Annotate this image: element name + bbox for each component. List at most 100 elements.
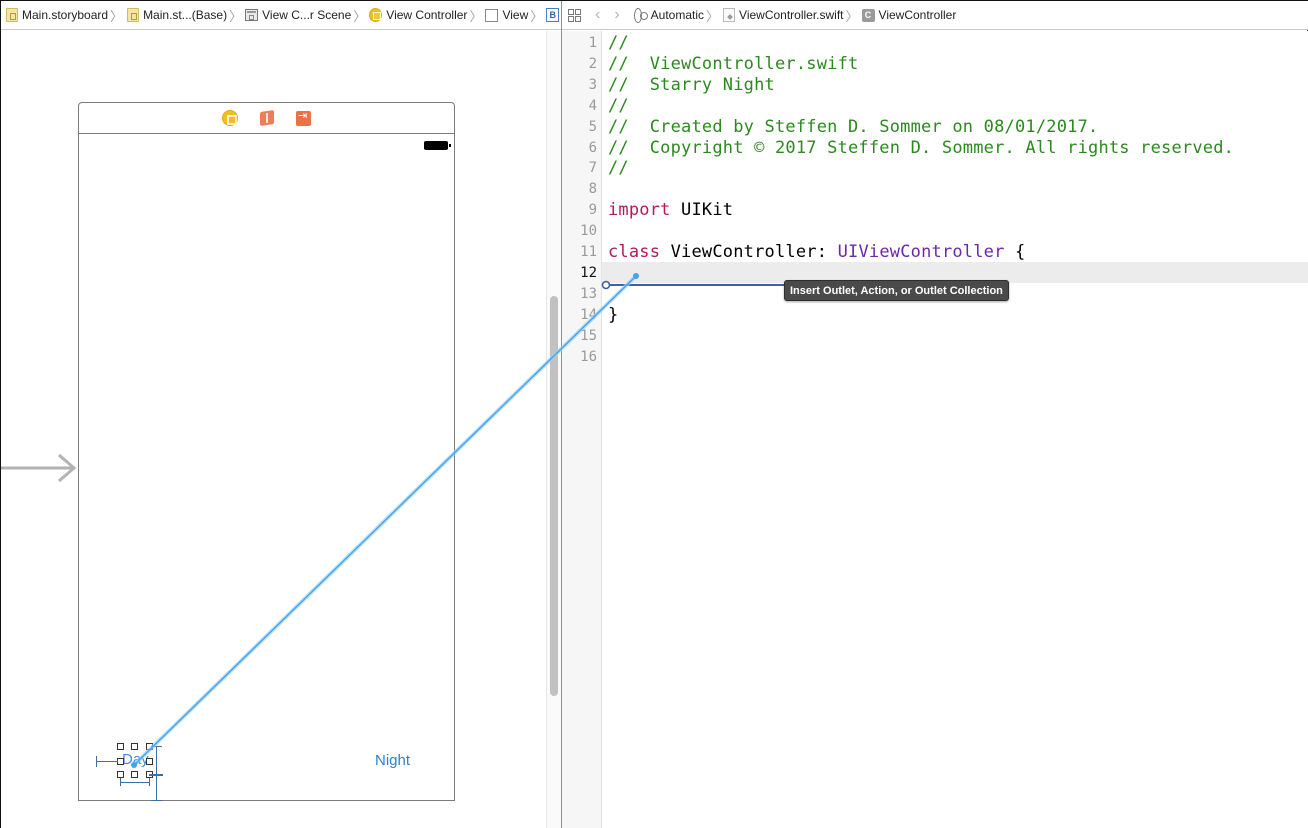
grid-icon[interactable] xyxy=(568,8,581,22)
forward-arrow-icon[interactable]: › xyxy=(614,7,619,23)
code-line[interactable]: class ViewController: UIViewController { xyxy=(608,242,1025,262)
breadcrumb-item[interactable]: View xyxy=(485,8,528,22)
line-number-gutter: 1 2 3 4 5 6 7 8 9 10 11 12 13 14 15 16 xyxy=(562,31,602,828)
code-line[interactable]: import UIKit xyxy=(608,200,733,220)
code-text: { xyxy=(1004,242,1026,262)
line-number: 16 xyxy=(580,348,597,365)
assistant-breadcrumb: Automatic 〉 ViewController.swift 〉 C ViewCont… xyxy=(633,6,957,25)
scrollbar-thumb[interactable] xyxy=(550,296,558,696)
resize-handle[interactable] xyxy=(117,771,124,778)
breadcrumb-label: Main.storyboard xyxy=(22,8,109,22)
code-text: UIKit xyxy=(670,200,734,221)
width-constraint[interactable] xyxy=(120,782,149,783)
breadcrumb-item[interactable]: Main.storyboard xyxy=(5,8,108,22)
breadcrumb-item[interactable]: View Controller xyxy=(369,8,467,22)
code-line[interactable]: // xyxy=(608,158,629,178)
line-number: 4 xyxy=(588,97,597,114)
code-line[interactable]: // ViewController.swift xyxy=(608,54,858,74)
leading-constraint[interactable] xyxy=(96,761,118,762)
resize-handle[interactable] xyxy=(131,771,138,778)
line-number: 14 xyxy=(580,306,597,323)
constraint-cap xyxy=(96,756,97,767)
assistant-jump-bar: ‹ › Automatic 〉 ViewController.swift 〉 C View… xyxy=(562,1,1308,30)
breadcrumb-item[interactable]: View C...r Scene xyxy=(245,8,351,22)
breadcrumb-separator-icon: 〉 xyxy=(469,8,483,24)
code-comment: // Starry Night xyxy=(608,74,775,95)
code-comment: // Created by Steffen D. Sommer on 08/01… xyxy=(608,116,1099,137)
battery-icon xyxy=(424,141,451,150)
storyboard-file-icon xyxy=(126,8,139,22)
breadcrumb-separator-icon: 〉 xyxy=(706,8,720,24)
code-comment: // Copyright © 2017 Steffen D. Sommer. A… xyxy=(608,137,1235,158)
breadcrumb-label: ViewController.swift xyxy=(739,8,844,22)
code-line[interactable]: } xyxy=(608,305,618,325)
line-number: 6 xyxy=(588,139,597,156)
line-number: 15 xyxy=(580,327,597,344)
resize-handle[interactable] xyxy=(146,758,153,765)
code-text: ViewController: xyxy=(660,242,838,262)
canvas-scrollbar[interactable] xyxy=(546,31,561,828)
day-button[interactable]: Day xyxy=(122,751,149,768)
code-comment: // xyxy=(608,95,629,116)
view-controller-scene[interactable] xyxy=(78,102,455,801)
line-number: 7 xyxy=(588,160,597,177)
code-line[interactable]: // xyxy=(608,33,629,53)
storyboard-jump-bar: Main.storyboard 〉 Main.st...(Base) 〉 View C.… xyxy=(1,1,585,30)
view-controller-icon[interactable] xyxy=(222,110,238,126)
code-line[interactable]: // Created by Steffen D. Sommer on 08/01… xyxy=(608,117,1098,137)
scene-icon xyxy=(245,8,259,22)
automatic-icon xyxy=(633,7,648,23)
initial-view-controller-arrow-icon xyxy=(1,453,77,483)
code-line[interactable]: // xyxy=(608,96,629,116)
button-icon: B xyxy=(546,8,560,22)
breadcrumb-separator-icon: 〉 xyxy=(110,8,124,24)
code-comment: // xyxy=(608,33,629,53)
breadcrumb-label: Automatic xyxy=(650,8,705,22)
first-responder-icon[interactable] xyxy=(260,110,274,126)
constraint-cap xyxy=(149,778,150,786)
breadcrumb-label: View Controller xyxy=(386,8,468,22)
insert-outlet-tooltip: Insert Outlet, Action, or Outlet Collect… xyxy=(784,280,1009,301)
back-arrow-icon[interactable]: ‹ xyxy=(595,7,600,23)
code-keyword: class xyxy=(608,242,661,262)
breadcrumb-separator-icon: 〉 xyxy=(845,8,859,24)
line-number: 11 xyxy=(580,244,597,260)
breadcrumb-label: ViewController xyxy=(878,8,957,22)
source-editor[interactable]: //// ViewController.swift// Starry Night… xyxy=(602,31,1308,828)
code-type: UIViewController xyxy=(837,242,1005,262)
line-number: 8 xyxy=(588,181,597,198)
line-number: 2 xyxy=(588,55,597,72)
night-button[interactable]: Night xyxy=(375,752,410,769)
code-keyword: import xyxy=(608,200,671,221)
breadcrumb-item[interactable]: C ViewController xyxy=(861,8,957,22)
storyboard-file-icon xyxy=(5,8,18,22)
line-number: 1 xyxy=(588,35,597,51)
resize-handle[interactable] xyxy=(117,743,124,750)
breadcrumb-label: View xyxy=(502,8,529,22)
code-line[interactable]: // Starry Night xyxy=(608,75,775,95)
code-comment: // ViewController.swift xyxy=(608,53,859,74)
view-controller-icon xyxy=(369,8,383,22)
line-number: 9 xyxy=(588,202,597,219)
code-text: } xyxy=(608,304,619,325)
breadcrumb-separator-icon: 〉 xyxy=(530,8,544,24)
breadcrumb-item[interactable]: ViewController.swift xyxy=(722,8,844,22)
line-number: 5 xyxy=(588,118,597,135)
constraint-cap xyxy=(120,778,121,786)
swift-file-icon xyxy=(722,8,735,22)
code-line[interactable]: // Copyright © 2017 Steffen D. Sommer. A… xyxy=(608,138,1234,158)
breadcrumb-separator-icon: 〉 xyxy=(229,8,243,24)
resize-handle[interactable] xyxy=(131,743,138,750)
code-comment: // xyxy=(608,158,629,179)
exit-icon[interactable] xyxy=(296,109,311,126)
line-number: 3 xyxy=(588,76,597,93)
view-icon xyxy=(485,8,499,22)
breadcrumb-item[interactable]: Main.st...(Base) xyxy=(126,8,227,22)
line-number: 13 xyxy=(580,285,597,302)
scene-dock xyxy=(79,103,454,134)
resize-handle[interactable] xyxy=(117,758,124,765)
constraint-cap xyxy=(151,746,162,747)
constraint-cap xyxy=(151,800,162,801)
breadcrumb-label: View C...r Scene xyxy=(262,8,352,22)
breadcrumb-item[interactable]: Automatic xyxy=(633,7,705,23)
